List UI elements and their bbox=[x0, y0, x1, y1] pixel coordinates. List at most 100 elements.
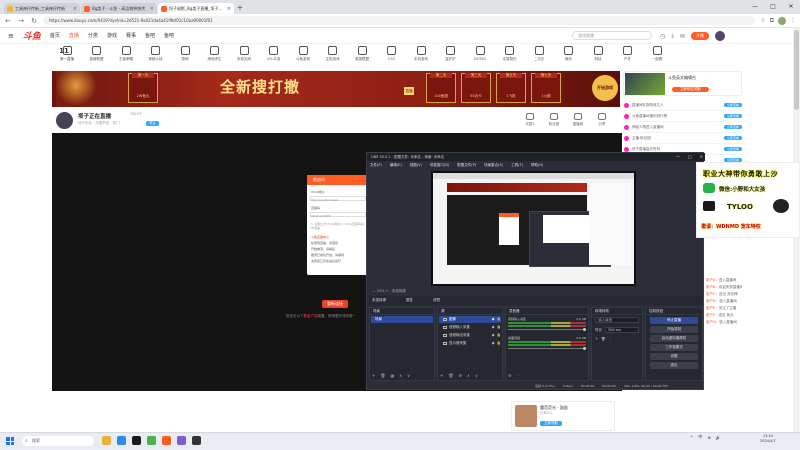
source-item[interactable]: 显示器采集 ◉ 🔒 bbox=[439, 340, 501, 347]
banner-start-button[interactable]: 开始游戏 bbox=[592, 75, 618, 101]
activity-button[interactable]: 立即查看 bbox=[723, 147, 742, 151]
hamburger-icon[interactable]: ≡ bbox=[8, 32, 14, 40]
gift-card[interactable]: 魔音荧光 · 鼓励 已有2人 立即领取 bbox=[511, 401, 615, 431]
category-item[interactable]: 永劫无间 bbox=[231, 46, 257, 68]
obs-menu-item[interactable]: 场景集合(S) bbox=[484, 161, 503, 169]
filter-icon[interactable]: ▦ bbox=[390, 373, 394, 378]
category-item[interactable]: 娱乐 bbox=[556, 46, 582, 68]
category-item[interactable]: DOTA2 bbox=[467, 46, 493, 68]
volume-slider[interactable] bbox=[508, 328, 586, 331]
obs-menu-item[interactable]: 配置文件(P) bbox=[457, 161, 476, 169]
obs-menu-item[interactable]: 视图(V) bbox=[410, 161, 422, 169]
control-button[interactable]: 设置 bbox=[650, 353, 698, 360]
streamer-avatar[interactable] bbox=[56, 112, 73, 129]
duration-input[interactable]: 300 ms bbox=[605, 327, 639, 333]
eye-icon[interactable]: ◉ bbox=[492, 316, 495, 323]
category-item[interactable]: 第一直播 bbox=[54, 46, 80, 68]
promo-card[interactable]: 斗鱼英文编辑台 立即前往领取 bbox=[623, 71, 742, 96]
download-icon[interactable]: ⤓ bbox=[671, 32, 674, 40]
history-icon[interactable]: ◷ bbox=[660, 33, 665, 40]
stream-key-field[interactable]: 9419rnxQU8DH bbox=[310, 212, 366, 218]
filters-button[interactable]: 滤镜 bbox=[433, 298, 440, 303]
eye-icon[interactable]: ◉ bbox=[492, 324, 495, 331]
close-icon[interactable]: × bbox=[73, 6, 77, 12]
activity-item[interactable]: 斗鱼直播间福利排行榜 立即查看 bbox=[624, 111, 742, 122]
minimize-button[interactable]: — bbox=[676, 153, 680, 161]
taskbar-app-icon[interactable] bbox=[147, 436, 156, 445]
maximize-button[interactable]: □ bbox=[764, 0, 782, 14]
activity-button[interactable]: 立即查看 bbox=[723, 125, 742, 129]
extensions-icon[interactable]: ⧉ bbox=[770, 17, 774, 25]
category-item[interactable]: LOL手游 bbox=[261, 46, 287, 68]
close-window-button[interactable]: ✕ bbox=[700, 153, 703, 161]
site-search-input[interactable]: 游戏直播 bbox=[572, 31, 652, 40]
fan-icon[interactable]: 粉丝团 bbox=[544, 113, 564, 127]
category-item[interactable]: 英雄联盟 bbox=[349, 46, 375, 68]
category-item[interactable]: 英雄联盟 bbox=[84, 46, 110, 68]
control-button[interactable]: 开始录制 bbox=[650, 326, 698, 333]
category-item[interactable]: 科技 bbox=[585, 46, 611, 68]
download-client-link[interactable]: 下载客户端 bbox=[300, 314, 318, 318]
taskbar-app-icon[interactable] bbox=[192, 436, 201, 445]
windows-start-icon[interactable] bbox=[6, 437, 14, 445]
nav-game[interactable]: 游戏 bbox=[107, 32, 117, 39]
share-icon[interactable]: 直播间 bbox=[568, 113, 588, 127]
category-item[interactable]: 手机游戏 bbox=[408, 46, 434, 68]
add-icon[interactable]: + bbox=[440, 373, 443, 378]
scrollbar-thumb[interactable] bbox=[794, 30, 799, 110]
category-item[interactable]: 穿越火线 bbox=[143, 46, 169, 68]
nav-category[interactable]: 分类 bbox=[88, 32, 98, 39]
taskbar-search[interactable]: 搜索 bbox=[22, 436, 94, 446]
nav-home[interactable]: 首页 bbox=[50, 32, 60, 39]
gift-icon[interactable]: 乐园1 bbox=[520, 113, 540, 127]
obs-menu-item[interactable]: 编辑(E) bbox=[390, 161, 402, 169]
tray-icon[interactable]: 🔊 bbox=[716, 435, 721, 440]
taskbar-app-icon[interactable] bbox=[102, 436, 111, 445]
scene-item[interactable]: 场景 bbox=[371, 316, 433, 323]
tray-icon[interactable]: ^ bbox=[690, 435, 693, 440]
obs-preview[interactable] bbox=[431, 171, 636, 286]
event-banner[interactable]: 2W鱼丸 第一天 全新搜打撤 直播 100鱼翅 第二天 50办卡 第三天 1飞机… bbox=[52, 71, 620, 107]
reconnect-button[interactable]: 重新连接 bbox=[322, 300, 348, 308]
source-item[interactable]: 图像 ◉ 🔒 bbox=[439, 316, 501, 323]
trash-icon[interactable]: 🗑 bbox=[380, 373, 385, 378]
gear-icon[interactable]: ⚙ bbox=[458, 373, 462, 378]
gear-icon[interactable]: ⋮ bbox=[517, 373, 521, 378]
activity-button[interactable]: 立即查看 bbox=[723, 136, 742, 140]
url-input[interactable]: https://www.douyu.com/9419?dyshid=2d521-… bbox=[43, 16, 756, 25]
add-icon[interactable]: + bbox=[595, 337, 598, 341]
trash-icon[interactable]: 🗑 bbox=[448, 373, 453, 378]
follow-button[interactable]: 关注 bbox=[146, 121, 159, 126]
category-item[interactable]: 原神 bbox=[172, 46, 198, 68]
close-window-button[interactable]: ✕ bbox=[782, 0, 800, 14]
gift-claim-button[interactable]: 立即领取 bbox=[540, 421, 562, 426]
category-item[interactable]: CS2 bbox=[379, 46, 405, 68]
category-item[interactable]: 斗鱼游戏 bbox=[290, 46, 316, 68]
category-item[interactable]: 一起看 bbox=[644, 46, 670, 68]
profile-avatar[interactable] bbox=[778, 16, 786, 25]
site-logo[interactable]: 斗鱼 bbox=[23, 29, 41, 42]
minimize-button[interactable]: — bbox=[746, 0, 764, 14]
taskbar-app-icon[interactable] bbox=[117, 436, 126, 445]
category-item[interactable]: 绝地求生 bbox=[202, 46, 228, 68]
category-item[interactable]: 二次元 bbox=[526, 46, 552, 68]
maximize-button[interactable]: □ bbox=[688, 153, 692, 161]
control-button[interactable]: 停止直播 bbox=[650, 317, 698, 324]
nav-fishbar-2[interactable]: 鱼吧 bbox=[164, 32, 174, 39]
browser-tab-2[interactable]: 坝子留影_Bg类子直播_坝子江记录 × bbox=[158, 3, 234, 14]
start-stream-button[interactable]: 开播 bbox=[690, 32, 709, 40]
nav-fishbar[interactable]: 鱼吧 bbox=[145, 32, 155, 39]
menu-icon[interactable]: ⋮ bbox=[790, 17, 796, 24]
category-item[interactable]: 户外 bbox=[615, 46, 641, 68]
rtmp-field[interactable]: rtmp://sendtx1.douyu bbox=[310, 196, 366, 202]
browser-tab-0[interactable]: 工具神仔传新_工具神仔传新 × bbox=[4, 3, 80, 14]
add-icon[interactable]: + bbox=[372, 373, 375, 378]
new-tab-button[interactable]: + bbox=[235, 3, 245, 14]
control-button[interactable]: 退出 bbox=[650, 362, 698, 369]
volume-slider[interactable] bbox=[508, 347, 586, 350]
up-icon[interactable]: ∧ bbox=[467, 373, 470, 378]
category-item[interactable]: 主机游戏 bbox=[320, 46, 346, 68]
taskbar-app-icon[interactable] bbox=[177, 436, 186, 445]
down-icon[interactable]: ∨ bbox=[475, 373, 478, 378]
lock-icon[interactable]: 🔒 bbox=[497, 332, 501, 339]
